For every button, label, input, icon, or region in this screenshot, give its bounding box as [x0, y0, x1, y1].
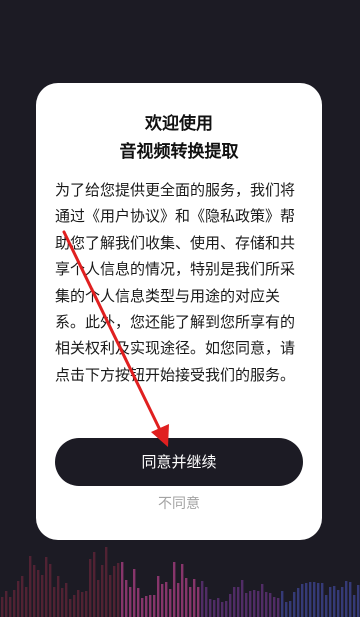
waveform-bar [29, 556, 32, 617]
waveform-bar [85, 591, 88, 617]
waveform-bar [177, 583, 180, 617]
waveform-bar [125, 580, 128, 617]
waveform-bar [265, 592, 268, 617]
waveform-bar [121, 562, 124, 617]
waveform-bar [249, 591, 252, 617]
waveform-bar [101, 565, 104, 617]
waveform-bar [197, 587, 200, 617]
waveform-bar [229, 594, 232, 617]
waveform-bar [129, 587, 132, 617]
waveform-bar [233, 587, 236, 617]
waveform-bar [69, 599, 72, 617]
waveform-bar [325, 595, 328, 617]
waveform-bar [97, 580, 100, 617]
privacy-notice-text: 为了给您提供更全面的服务，我们将通过《用户协议》和《隐私政策》帮助您了解我们收集… [55, 181, 296, 384]
privacy-consent-dialog: 欢迎使用 音视频转换提取 为了给您提供更全面的服务，我们将通过《用户协议》和《隐… [36, 83, 322, 540]
waveform-bar [17, 581, 20, 617]
waveform-bar [149, 595, 152, 617]
waveform-bar [357, 585, 360, 617]
waveform-bar [37, 570, 40, 617]
waveform-bar [157, 576, 160, 617]
waveform-bar [181, 564, 184, 617]
waveform-bar [329, 587, 332, 617]
waveform-bar [293, 592, 296, 617]
waveform-bar [245, 593, 248, 617]
waveform-bar [333, 586, 336, 617]
waveform-bar [33, 565, 36, 617]
waveform-bar [313, 582, 316, 617]
waveform-bar [221, 602, 224, 617]
waveform-bar [305, 583, 308, 617]
waveform-bar [193, 579, 196, 617]
waveform-bar [117, 563, 120, 617]
waveform-bar [217, 598, 220, 617]
waveform-bar [285, 602, 288, 617]
waveform-bar [297, 588, 300, 617]
waveform-bar [5, 591, 8, 617]
waveform-bar [337, 590, 340, 617]
waveform-bar [185, 578, 188, 617]
waveform-bar [201, 581, 204, 617]
waveform-bar [1, 597, 4, 617]
agree-continue-button[interactable]: 同意并继续 [55, 438, 303, 486]
waveform-bar [189, 587, 192, 617]
waveform-bar [109, 575, 112, 617]
waveform-bar [161, 584, 164, 617]
waveform-bar [145, 596, 148, 617]
waveform-bar [9, 597, 12, 617]
waveform-bar [241, 580, 244, 617]
waveform-bar [349, 582, 352, 617]
waveform-bar [353, 595, 356, 617]
waveform-bar [341, 587, 344, 617]
waveform-bar [81, 592, 84, 617]
dialog-title-welcome: 欢迎使用 [145, 114, 213, 134]
waveform-bar [77, 590, 80, 617]
waveform-bar [345, 581, 348, 617]
waveform-bar [153, 595, 156, 617]
waveform-bar [61, 588, 64, 617]
waveform-bar [169, 589, 172, 617]
waveform-bar [205, 587, 208, 617]
waveform-bar [317, 583, 320, 617]
waveform-bar [53, 587, 56, 617]
waveform-bar [13, 590, 16, 617]
dialog-title-app-name: 音视频转换提取 [119, 142, 239, 162]
waveform-bar [105, 547, 108, 617]
disagree-button[interactable]: 不同意 [36, 493, 322, 515]
waveform-bar [41, 575, 44, 617]
waveform-bar [137, 588, 140, 617]
waveform-bar [113, 566, 116, 617]
waveform-bar [321, 583, 324, 617]
waveform-bar [165, 582, 168, 617]
dialog-title: 欢迎使用 音视频转换提取 [36, 110, 322, 166]
waveform-bar [73, 595, 76, 617]
waveform-bar [301, 584, 304, 617]
waveform-bar [65, 583, 68, 617]
waveform-bar [281, 591, 284, 617]
waveform-bar [213, 600, 216, 617]
waveform-bar [21, 576, 24, 617]
waveform-bar [289, 601, 292, 617]
waveform-bar [273, 597, 276, 617]
waveform-bar [309, 582, 312, 617]
waveform-bar [45, 557, 48, 617]
waveform-bar [209, 599, 212, 617]
waveform-bar [257, 591, 260, 617]
waveform-bar [25, 587, 28, 617]
waveform-bar [93, 552, 96, 617]
waveform-bar [253, 590, 256, 617]
waveform-bar [261, 584, 264, 617]
waveform-bar [269, 593, 272, 617]
waveform-bar [237, 587, 240, 617]
waveform-bar [49, 564, 52, 617]
waveform-bar [173, 562, 176, 617]
waveform-bar [225, 601, 228, 617]
waveform-bar [277, 598, 280, 617]
waveform-bar [141, 598, 144, 617]
audio-waveform-decoration [0, 547, 360, 617]
waveform-bar [57, 576, 60, 617]
waveform-bar [89, 559, 92, 617]
waveform-bar [133, 569, 136, 617]
